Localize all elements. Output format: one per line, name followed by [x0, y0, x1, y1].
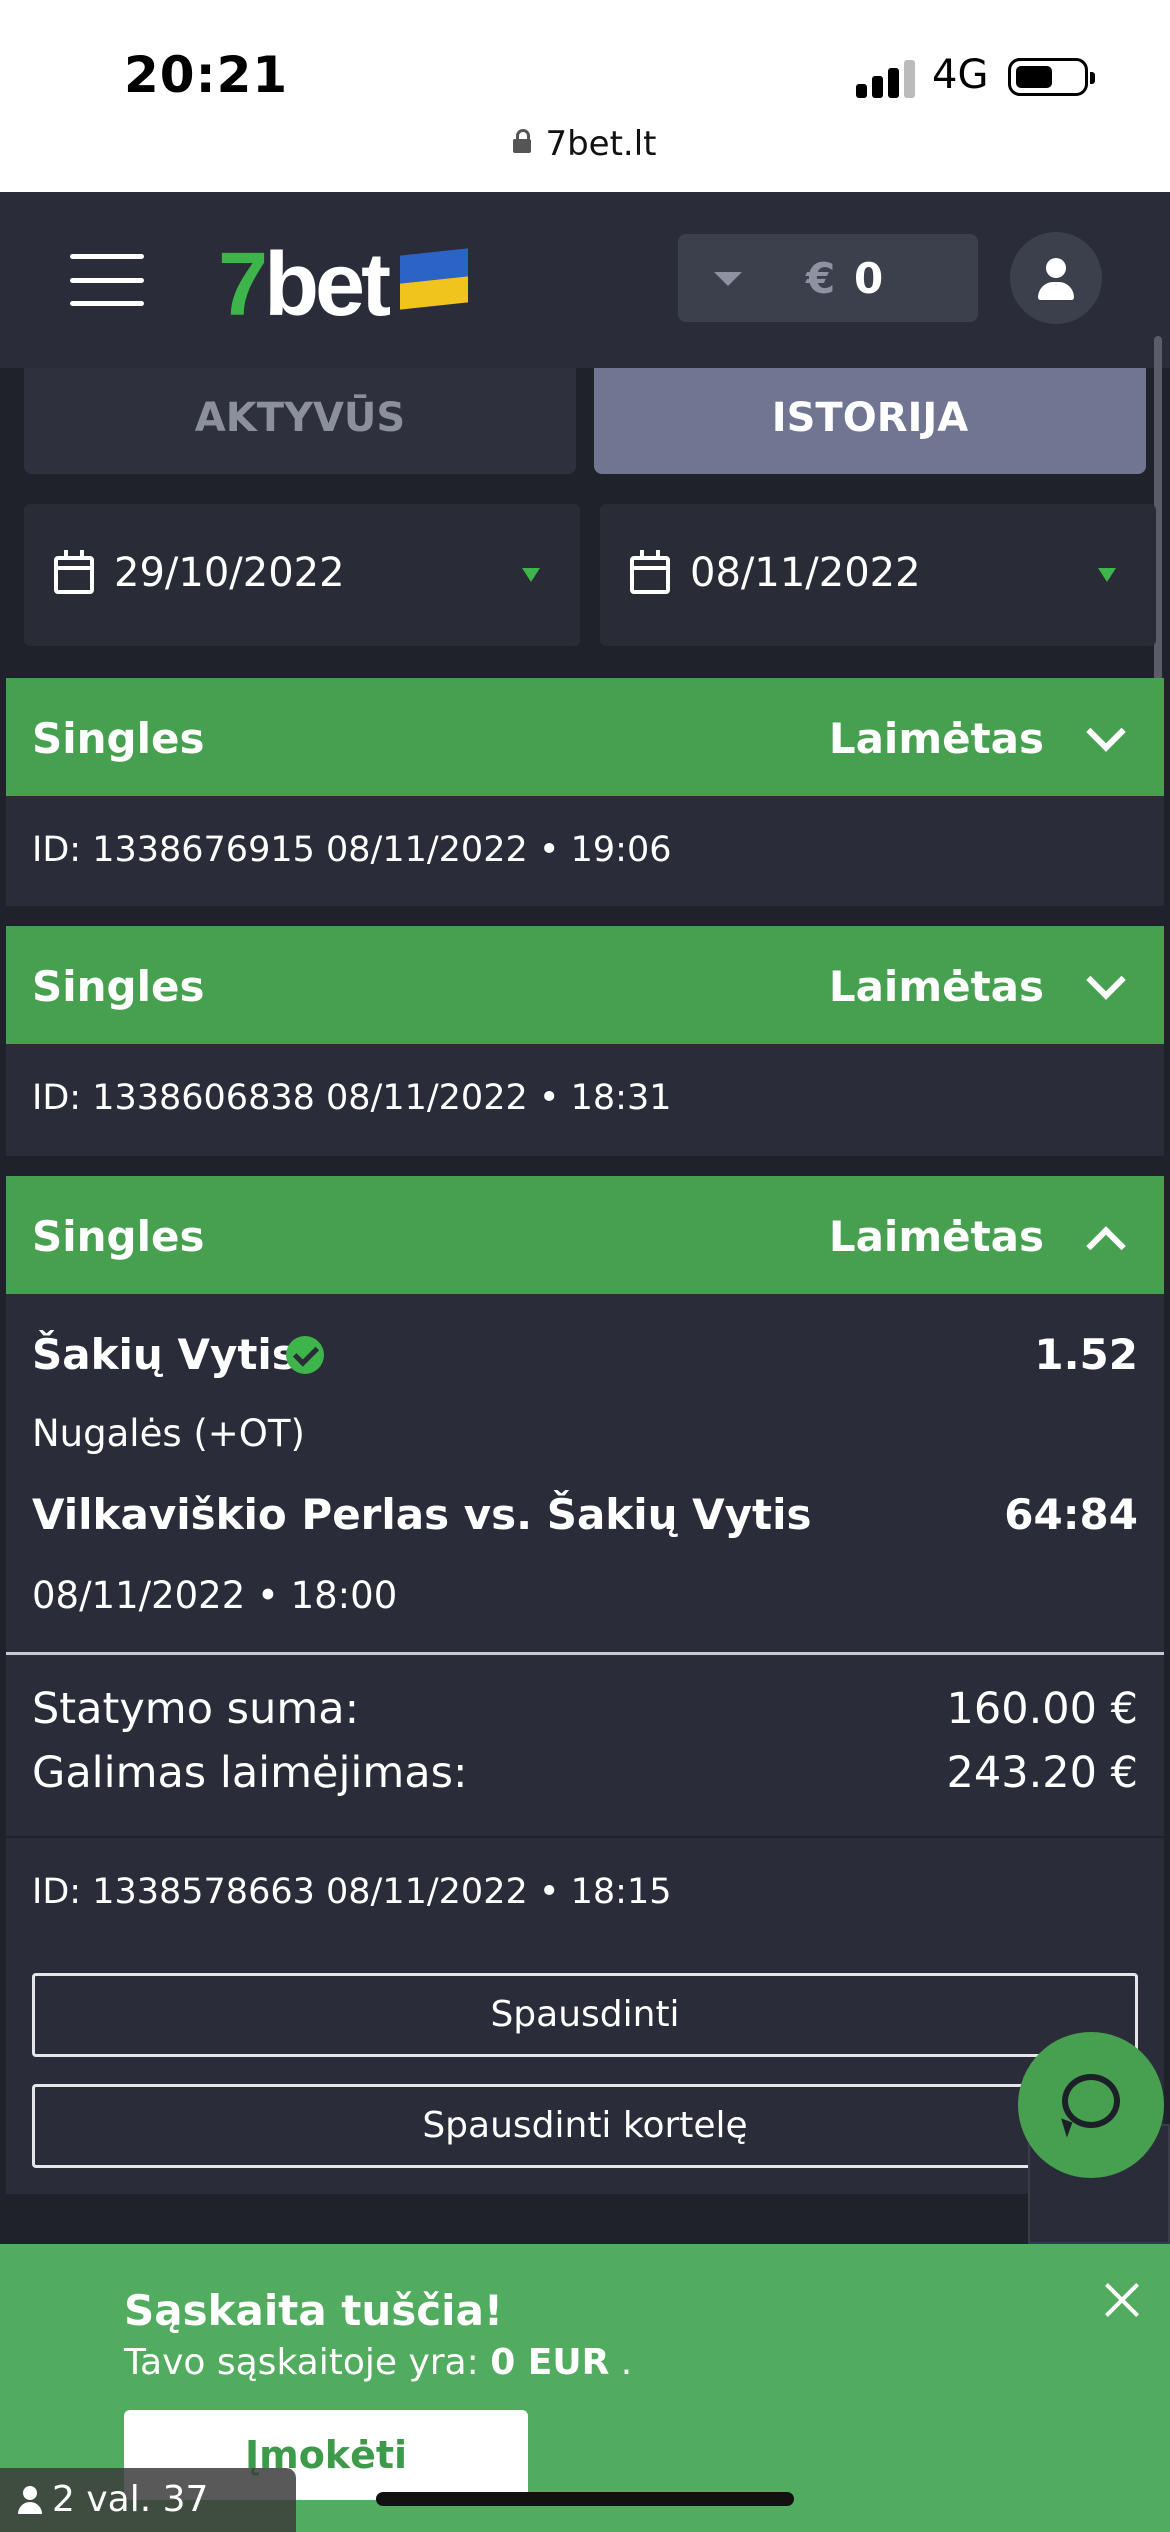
chevron-down-icon[interactable] — [1086, 712, 1126, 752]
address-bar[interactable]: 7bet.lt — [0, 124, 1170, 164]
selection-odds: 1.52 — [1034, 1330, 1138, 1379]
bet-id-line: ID: 1338578663 08/11/2022 • 18:15 — [32, 1872, 672, 1912]
url-text: 7bet.lt — [545, 124, 657, 164]
bet-card-header[interactable]: Singles Laimėtas — [6, 1176, 1164, 1294]
selection-name: Šakių Vytis — [32, 1330, 297, 1379]
battery-icon — [1008, 58, 1095, 96]
chevron-down-icon — [1098, 568, 1116, 582]
user-account-button[interactable] — [1010, 232, 1102, 324]
event-score: 64:84 — [1004, 1490, 1138, 1539]
chat-button[interactable] — [1018, 2032, 1164, 2178]
divider — [6, 1836, 1164, 1838]
bet-type: Singles — [32, 1212, 205, 1261]
banner-subtitle: Tavo sąskaitoje yra: 0 EUR . — [124, 2342, 633, 2383]
tab-active-bets[interactable]: AKTYVŪS — [24, 368, 576, 474]
potential-win-value: 243.20 € — [946, 1748, 1138, 1798]
bet-status: Laimėtas — [828, 1212, 1044, 1261]
status-bar: 20:21 4G 7bet.lt — [0, 0, 1170, 192]
bet-type: Singles — [32, 714, 205, 763]
chevron-down-icon — [714, 272, 742, 286]
chevron-up-icon[interactable] — [1086, 1226, 1126, 1266]
clock: 20:21 — [124, 46, 289, 104]
check-circle-icon — [286, 1336, 324, 1374]
bet-id-line: ID: 1338606838 08/11/2022 • 18:31 — [32, 1078, 672, 1118]
potential-win-label: Galimas laimėjimas: — [32, 1748, 468, 1798]
balance-amount: 0 — [854, 254, 884, 303]
date-from-picker[interactable]: 29/10/2022 — [24, 504, 580, 646]
session-timer: 2 val. 37 min. — [0, 2468, 296, 2532]
session-time: 2 val. 37 min. — [52, 2479, 209, 2520]
chat-icon — [1062, 2074, 1120, 2128]
tab-history[interactable]: ISTORIJA — [594, 368, 1146, 474]
menu-icon[interactable] — [70, 254, 144, 306]
bet-card-header[interactable]: Singles Laimėtas — [6, 926, 1164, 1044]
close-icon[interactable] — [1100, 2278, 1144, 2322]
divider — [6, 1652, 1164, 1655]
date-to-value: 08/11/2022 — [690, 550, 921, 596]
bet-card-body: ID: 1338676915 08/11/2022 • 19:06 — [6, 796, 1164, 906]
home-indicator[interactable] — [376, 2492, 794, 2506]
bet-status: Laimėtas — [828, 714, 1044, 763]
bet-status: Laimėtas — [828, 962, 1044, 1011]
bet-card-body: ID: 1338606838 08/11/2022 • 18:31 — [6, 1044, 1164, 1156]
date-to-picker[interactable]: 08/11/2022 — [600, 504, 1156, 646]
banner-title: Sąskaita tuščia! — [124, 2286, 504, 2335]
network-type: 4G — [932, 52, 989, 98]
market-name: Nugalės (+OT) — [32, 1412, 305, 1455]
user-icon — [1046, 258, 1066, 278]
print-button[interactable]: Spausdinti — [32, 1973, 1138, 2057]
date-from-value: 29/10/2022 — [114, 550, 345, 596]
logo[interactable]: 7bet — [218, 234, 391, 337]
signal-icon — [856, 58, 916, 98]
chevron-down-icon — [522, 568, 540, 582]
stake-label: Statymo suma: — [32, 1684, 360, 1734]
balance-dropdown[interactable]: € 0 — [678, 234, 978, 322]
calendar-icon — [630, 550, 670, 594]
bet-id-line: ID: 1338676915 08/11/2022 • 19:06 — [32, 830, 672, 870]
bet-card-header[interactable]: Singles Laimėtas — [6, 678, 1164, 796]
ukraine-flag-icon — [400, 248, 468, 310]
bet-type: Singles — [32, 962, 205, 1011]
event-date: 08/11/2022 • 18:00 — [32, 1574, 398, 1617]
chevron-down-icon[interactable] — [1086, 960, 1126, 1000]
stake-value: 160.00 € — [946, 1684, 1138, 1734]
site-header: 7bet € 0 — [0, 192, 1170, 368]
calendar-icon — [54, 550, 94, 594]
user-icon — [18, 2486, 42, 2514]
lock-icon — [513, 129, 532, 153]
event-name: Vilkaviškio Perlas vs. Šakių Vytis — [32, 1490, 812, 1539]
print-card-button[interactable]: Spausdinti kortelę — [32, 2084, 1138, 2168]
currency-symbol: € — [806, 254, 836, 303]
